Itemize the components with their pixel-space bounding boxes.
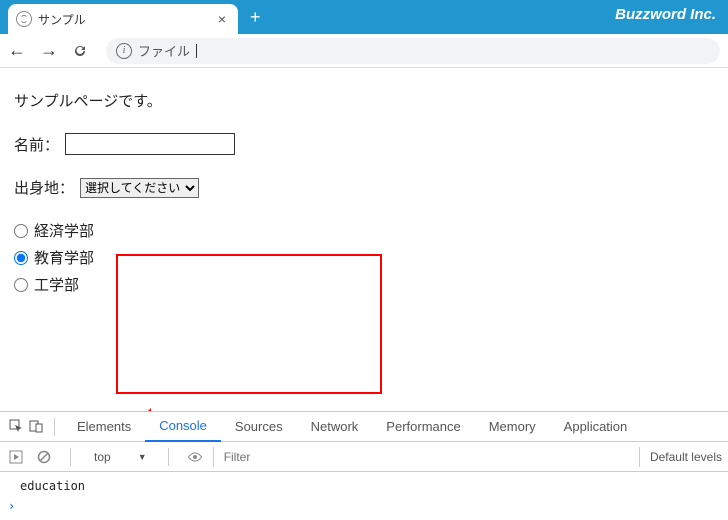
context-select[interactable]: top (87, 448, 152, 466)
name-label: 名前： (14, 134, 59, 155)
separator (54, 418, 55, 436)
levels-select[interactable]: Default levels (639, 447, 722, 467)
globe-icon (16, 11, 32, 27)
eye-icon[interactable] (185, 450, 205, 464)
tab-title: サンプル (38, 11, 210, 28)
radio-input[interactable] (14, 251, 28, 265)
devtools-panel: Elements Console Sources Network Perform… (0, 411, 728, 520)
console-toolbar: top Default levels (0, 442, 728, 472)
console-line: education (0, 476, 728, 496)
back-button[interactable]: ← (8, 40, 26, 61)
faculty-radios: 経済学部 教育学部 工学部 (14, 220, 714, 295)
page-content: サンプルページです。 名前： 出身地： 選択してください 経済学部 教育学部 工… (0, 68, 728, 311)
radio-input[interactable] (14, 278, 28, 292)
address-text: ファイル (138, 41, 190, 60)
radio-economics[interactable]: 経済学部 (14, 220, 714, 241)
origin-row: 出身地： 選択してください (14, 177, 714, 198)
browser-navbar: ← → i ファイル (0, 34, 728, 68)
radio-label: 経済学部 (34, 220, 94, 241)
radio-education[interactable]: 教育学部 (14, 247, 714, 268)
name-field[interactable] (65, 133, 235, 155)
device-icon[interactable] (26, 419, 46, 434)
tab-memory[interactable]: Memory (475, 412, 550, 442)
tab-application[interactable]: Application (550, 412, 642, 442)
info-icon[interactable]: i (116, 43, 132, 59)
separator (70, 448, 71, 466)
console-output: education › (0, 472, 728, 520)
tab-network[interactable]: Network (297, 412, 373, 442)
devtools-tabs: Elements Console Sources Network Perform… (0, 412, 728, 442)
reload-button[interactable] (72, 43, 88, 59)
origin-select[interactable]: 選択してください (80, 178, 199, 198)
clear-icon[interactable] (34, 450, 54, 464)
brand-label: Buzzword Inc. (615, 6, 716, 23)
new-tab-button[interactable]: + (238, 7, 273, 28)
browser-titlebar: サンプル × + Buzzword Inc. (0, 0, 728, 34)
radio-engineering[interactable]: 工学部 (14, 274, 714, 295)
browser-tab[interactable]: サンプル × (8, 4, 238, 34)
tab-performance[interactable]: Performance (372, 412, 474, 442)
filter-input[interactable] (213, 447, 493, 467)
text-cursor (196, 44, 197, 58)
tab-console[interactable]: Console (145, 412, 221, 442)
address-bar[interactable]: i ファイル (106, 38, 720, 64)
forward-button[interactable]: → (40, 40, 58, 61)
radio-input[interactable] (14, 224, 28, 238)
page-heading: サンプルページです。 (14, 90, 714, 111)
tab-elements[interactable]: Elements (63, 412, 145, 442)
separator (168, 448, 169, 466)
tab-sources[interactable]: Sources (221, 412, 297, 442)
close-icon[interactable]: × (216, 11, 228, 27)
name-row: 名前： (14, 133, 714, 155)
radio-label: 工学部 (34, 274, 79, 295)
origin-label: 出身地： (14, 177, 74, 198)
play-icon[interactable] (6, 450, 26, 464)
radio-label: 教育学部 (34, 247, 94, 268)
inspect-icon[interactable] (6, 419, 26, 434)
console-prompt[interactable]: › (0, 496, 728, 516)
